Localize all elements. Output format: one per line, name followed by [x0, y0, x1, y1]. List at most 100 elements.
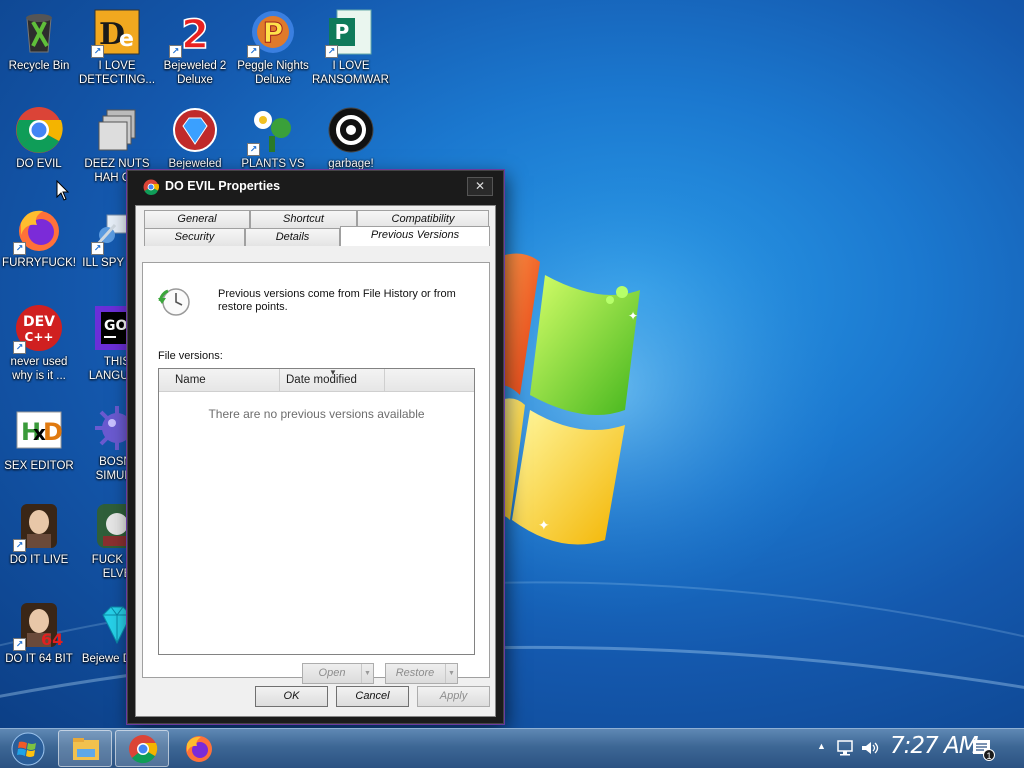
svg-text:✦: ✦ [628, 309, 638, 323]
dialog-client-area: General Shortcut Compatibility Security … [135, 205, 496, 717]
empty-list-message: There are no previous versions available [208, 407, 425, 421]
file-versions-label: File versions: [158, 350, 223, 362]
portrait-64-icon: 64 ↗ [13, 601, 63, 651]
stacked-windows-icon [93, 106, 141, 154]
desktop-icon-never-used[interactable]: DEV C++ ↗ never used why is it ... [0, 304, 78, 383]
tab-general[interactable]: General [144, 210, 250, 228]
publisher-icon: P ↗ [325, 8, 375, 58]
column-header-name[interactable]: Name [159, 369, 280, 391]
sort-caret-icon: ▼ [329, 368, 337, 377]
die-app-icon: De ↗ [91, 8, 141, 58]
gear-logo-icon [327, 106, 375, 154]
svg-text:D: D [43, 418, 63, 446]
show-hidden-icons-icon[interactable]: ▲ [817, 741, 826, 751]
desktop-icon-do-it-64[interactable]: 64 ↗ DO IT 64 BIT [0, 601, 78, 666]
desktop-icon-sex-editor[interactable]: HxD SEX EDITOR [0, 408, 78, 473]
taskbar-clock[interactable]: 7:27 AM [890, 733, 979, 759]
desktop-icon-label: PLANTS VS [241, 158, 305, 170]
shortcut-arrow-icon: ↗ [91, 45, 104, 58]
dialog-title: DO EVIL Properties [165, 179, 281, 193]
hex-editor-icon: HxD [15, 408, 63, 456]
action-center-button[interactable]: 1 [972, 739, 996, 761]
tab-security[interactable]: Security [144, 228, 245, 246]
desktop-icon-recycle-bin[interactable]: Recycle Bin [0, 8, 78, 73]
svg-text:P: P [335, 20, 350, 44]
taskbar-firefox[interactable] [172, 730, 226, 767]
plants-icon: ↗ [247, 106, 297, 156]
svg-text:e: e [119, 27, 134, 52]
desktop-icon-plants-vs[interactable]: ↗ PLANTS VS [234, 106, 312, 171]
shortcut-arrow-icon: ↗ [13, 341, 26, 354]
chrome-icon [129, 735, 158, 764]
desktop-icon-do-it-live[interactable]: ↗ DO IT LIVE [0, 502, 78, 567]
notification-count-badge: 1 [983, 749, 995, 761]
previous-versions-panel: Previous versions come from File History… [142, 262, 490, 684]
info-text: Previous versions come from File History… [218, 288, 456, 313]
desktop-icon-bejeweled[interactable]: Bejeweled [156, 106, 234, 171]
desktop-icon-label: Peggle Nights Deluxe [237, 60, 309, 86]
svg-text:GO: GO [104, 318, 127, 334]
svg-text:✦: ✦ [538, 517, 550, 533]
properties-dialog: DO EVIL Properties ✕ General Shortcut Co… [127, 170, 504, 724]
start-button[interactable] [4, 730, 50, 768]
desktop-icon-label: DO EVIL [16, 158, 62, 170]
desktop-icon-label: I LOVE RANSOMWARE [312, 60, 390, 86]
desktop-icon-do-evil[interactable]: DO EVIL [0, 106, 78, 171]
desktop-icon-label: never used why is it ... [10, 356, 68, 382]
shortcut-arrow-icon: ↗ [13, 539, 26, 552]
desktop-icon-label: Recycle Bin [8, 60, 70, 72]
shortcut-arrow-icon: ↗ [91, 242, 104, 255]
recycle-bin-icon [15, 8, 63, 56]
shortcut-arrow-icon: ↗ [247, 143, 260, 156]
svg-text:P: P [263, 16, 284, 49]
taskbar-file-explorer[interactable] [58, 730, 112, 767]
desktop-icon-bejeweled-2[interactable]: 2 ↗ Bejeweled 2 Deluxe [156, 8, 234, 87]
dialog-titlebar[interactable]: DO EVIL Properties ✕ [128, 171, 503, 201]
file-versions-list[interactable]: Name Date modified ▼ There are no previo… [158, 368, 475, 655]
mouse-cursor-icon [56, 180, 70, 201]
taskbar-chrome[interactable] [115, 730, 169, 767]
shortcut-arrow-icon: ↗ [169, 45, 182, 58]
list-header: Name Date modified ▼ [159, 368, 474, 392]
desktop-icon-label: Bejeweled 2 Deluxe [163, 60, 227, 86]
desktop-icon-garbage[interactable]: garbage! [312, 106, 390, 171]
desktop-icon-i-love-detecting[interactable]: De ↗ I LOVE DETECTING... [78, 8, 156, 87]
cancel-button[interactable]: Cancel [336, 686, 409, 707]
firefox-icon: ↗ [13, 205, 63, 255]
chevron-down-icon[interactable]: ▼ [445, 664, 457, 683]
desktop-icon-peggle-nights[interactable]: P ↗ Peggle Nights Deluxe [234, 8, 312, 87]
desktop-icon-label: garbage! [328, 158, 374, 170]
ok-button[interactable]: OK [255, 686, 328, 707]
restore-button[interactable]: Restore ▼ [385, 663, 458, 684]
desktop-icon-label: Bejeweled [168, 158, 222, 170]
restore-clock-icon [158, 288, 190, 316]
peggle-icon: P ↗ [247, 8, 297, 58]
desktop-icon-ransomware[interactable]: P ↗ I LOVE RANSOMWARE [312, 8, 390, 87]
open-button[interactable]: Open ▼ [302, 663, 374, 684]
portrait-icon: ↗ [13, 502, 63, 552]
tab-previous-versions[interactable]: Previous Versions [340, 226, 490, 246]
firefox-icon [186, 736, 212, 762]
shortcut-arrow-icon: ↗ [13, 638, 26, 651]
tab-details[interactable]: Details [245, 228, 340, 246]
close-button[interactable]: ✕ [467, 177, 493, 196]
apply-button[interactable]: Apply [417, 686, 490, 707]
bejeweled-2-icon: 2 ↗ [169, 8, 219, 59]
folder-icon [73, 738, 99, 760]
shortcut-arrow-icon: ↗ [13, 242, 26, 255]
desktop-icon-label: DO IT LIVE [9, 554, 69, 566]
desktop-icon-label: DO IT 64 BIT [5, 653, 73, 665]
volume-icon[interactable] [860, 740, 880, 756]
network-icon[interactable] [836, 740, 854, 756]
chevron-down-icon[interactable]: ▼ [361, 664, 373, 683]
svg-text:64: 64 [41, 630, 63, 649]
svg-text:C++: C++ [25, 330, 54, 344]
desktop-icon-furryfuck[interactable]: ↗ FURRYFUCK! [0, 205, 78, 270]
taskbar: ▲ 7:27 AM 1 [0, 728, 1024, 768]
dev-cpp-icon: DEV C++ ↗ [13, 304, 63, 354]
chrome-icon [15, 106, 63, 154]
svg-text:DEV: DEV [23, 314, 55, 330]
chrome-icon [143, 179, 159, 195]
svg-text:2: 2 [181, 12, 209, 56]
open-button-label: Open [318, 667, 346, 679]
